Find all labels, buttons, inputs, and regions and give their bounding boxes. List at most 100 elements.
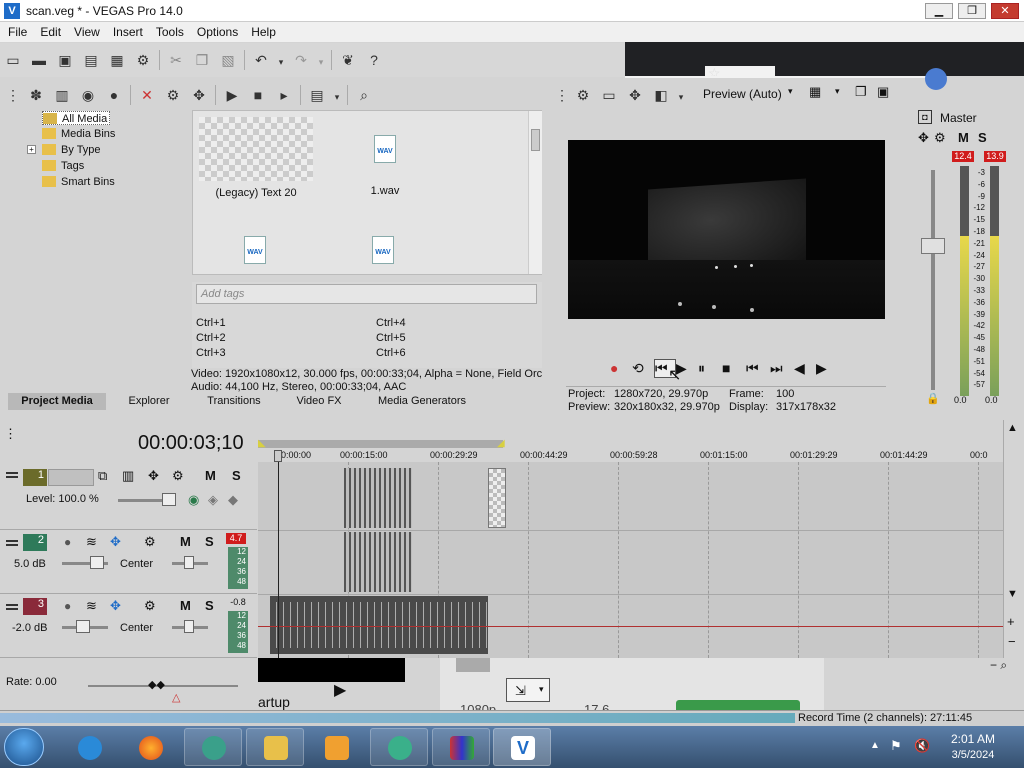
tab-explorer[interactable]: Explorer [108,393,190,410]
cut-icon[interactable]: ✂ [166,50,186,70]
zoom-tool-icon[interactable]: ⌕ [1000,658,1007,672]
edit-tool-selector[interactable]: ⇲ ▾ [506,678,550,702]
open-icon[interactable]: ▬ [29,50,49,70]
taskbar-explorer[interactable] [246,728,304,766]
track-header-audio-2[interactable]: 2 ● ≋ ✥ ⚙ M S 4.7 5.0 dB Center 12 24 36 48 [0,530,257,594]
audio-event-clip[interactable] [270,596,488,654]
volume-muted-icon[interactable]: 🔇 [914,738,930,754]
overlays-icon[interactable]: ▦ [809,84,821,100]
master-peak-left[interactable]: 12.4 [952,151,974,162]
audio-event-clip[interactable] [344,532,412,592]
menu-view[interactable]: View [66,22,105,39]
record-icon[interactable]: ● [610,360,632,376]
menu-file[interactable]: File [0,22,32,39]
track-name-field[interactable] [48,469,94,486]
timeline-options-icon[interactable]: ⋮ [4,426,17,442]
add-tags-input[interactable]: Add tags [196,284,537,304]
views-dropdown-icon[interactable]: ▾ [333,87,341,107]
stop-icon[interactable]: ■ [248,85,268,105]
media-grid-scrollbar[interactable] [528,111,542,274]
minimize-button[interactable]: ▁ [925,3,953,19]
timeline-ruler[interactable]: 00:00:00 00:00:15:00 00:00:29:29 00:00:44:2… [258,448,1003,462]
preview-settings-icon[interactable]: ⚙ [573,85,593,105]
preview-video-frame[interactable] [568,140,885,319]
master-solo-button[interactable]: S [978,130,987,145]
auto-preview-icon[interactable]: ▸ [274,85,294,105]
master-pan-icon[interactable]: ✥ [918,130,929,146]
scripts-icon[interactable]: ❦ [338,50,358,70]
media-item-wav[interactable]: WAV 1.wav [355,135,415,197]
scroll-down-icon[interactable]: ▼ [1007,588,1018,600]
master-peak-right[interactable]: 13.9 [984,151,1006,162]
scrollbar-thumb[interactable] [531,129,540,151]
preview-fx-dropdown-icon[interactable]: ▾ [677,87,685,107]
media-properties-icon[interactable]: ✥ [189,85,209,105]
tag-shortcut[interactable]: Ctrl+2 [196,331,226,346]
menu-tools[interactable]: Tools [148,22,189,39]
search-icon[interactable]: ⌕ [354,85,374,105]
preview-quality-select[interactable]: Preview (Auto) [703,87,782,101]
go-to-end-icon[interactable]: ⏭ [770,360,794,377]
scroll-up-icon[interactable]: ▲ [1007,422,1018,434]
media-item-wav[interactable]: WAV [244,236,266,264]
taskbar-firefox[interactable] [121,728,179,766]
tab-video-fx[interactable]: Video FX [278,393,360,410]
solo-button[interactable]: S [232,468,241,483]
video-event-clip[interactable] [344,468,412,528]
next-frame-icon[interactable]: ▶ [816,360,838,377]
normal-edit-tool-icon[interactable]: ⇲ [515,683,526,699]
redo-dropdown-icon[interactable]: ▾ [317,52,325,72]
track-peak-value[interactable]: -0.8 [228,597,248,608]
pan-slider-handle[interactable] [184,620,194,633]
track-header-audio-3[interactable]: 3 ● ≋ ✥ ⚙ M S -0.8 -2.0 dB Center 12 24 36… [0,594,257,658]
tag-shortcut[interactable]: Ctrl+4 [376,316,406,331]
preview-fx-icon[interactable]: ◧ [651,85,671,105]
lock-icon[interactable]: 🔒 [926,392,940,405]
vertical-scrollbar[interactable]: ▲ ▼ + − [1003,420,1024,658]
taskbar-app[interactable] [184,728,242,766]
taskbar-vegas[interactable]: V [493,728,551,766]
tag-shortcut[interactable]: Ctrl+5 [376,331,406,346]
copy-snapshot-icon[interactable]: ❐ [855,84,867,100]
maximize-button[interactable]: ❐ [958,3,986,19]
track-pan-icon[interactable]: ✥ [110,534,121,550]
rate-slider-handle[interactable]: ◆◆ [148,678,165,691]
import-media-icon[interactable]: ⋮ [6,85,20,105]
playhead[interactable] [278,462,279,658]
save-snapshot-icon[interactable]: ▣ [877,84,889,100]
tag-shortcut[interactable]: Ctrl+1 [196,316,226,331]
taskbar-media-player[interactable] [307,728,365,766]
tag-shortcut[interactable]: Ctrl+3 [196,346,226,361]
master-fader-handle[interactable] [921,238,945,254]
invert-phase-icon[interactable]: ≋ [86,534,97,550]
extract-audio-icon[interactable]: ◉ [78,85,98,105]
quality-dropdown-icon[interactable]: ▾ [788,86,793,97]
menu-help[interactable]: Help [243,22,281,39]
tab-project-media[interactable]: Project Media [8,393,106,410]
compositing-parent-icon[interactable]: ◉ [188,492,199,508]
master-fx-icon[interactable]: ⚙ [934,130,946,146]
compositing-child-icon[interactable]: ◈ [208,492,218,508]
arm-record-icon[interactable]: ● [64,599,71,613]
clock-time[interactable]: 2:01 AM [948,732,998,746]
external-monitor-icon[interactable]: ▭ [599,85,619,105]
tree-item-media-bins[interactable]: Media Bins [42,127,115,141]
track-fx-icon[interactable]: ⚙ [144,534,156,550]
track-collapse-icon[interactable] [6,540,18,546]
split-screen-icon[interactable]: ✥ [625,85,645,105]
volume-slider-handle[interactable] [76,620,90,633]
taskbar-winrar[interactable] [432,728,490,766]
track-collapse-icon[interactable] [6,604,18,610]
web-media-icon[interactable]: ● [104,85,124,105]
arm-record-icon[interactable]: ● [64,535,71,549]
mask-icon[interactable]: ◆ [228,492,238,508]
previous-frame-icon[interactable]: ◀ [794,360,816,377]
tree-item-by-type[interactable]: By Type [42,143,101,157]
new-project-icon[interactable]: ▭ [3,50,23,70]
media-fx-icon[interactable]: ⚙ [163,85,183,105]
tag-shortcut[interactable]: Ctrl+6 [376,346,406,361]
play-icon[interactable]: ▶ [222,85,242,105]
undo-dropdown-icon[interactable]: ▾ [277,52,285,72]
tree-item-smart-bins[interactable]: Smart Bins [42,175,115,189]
vegas-app-icon[interactable]: V [4,3,20,19]
